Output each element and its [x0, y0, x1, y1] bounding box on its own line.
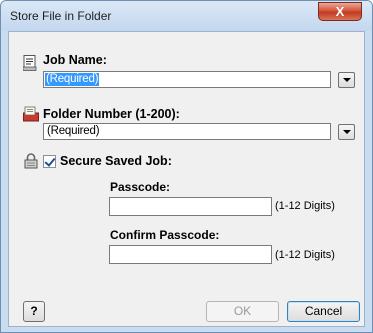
title-bar[interactable]: Store File in Folder X	[1, 1, 372, 31]
help-icon: ?	[30, 304, 38, 318]
confirm-passcode-hint: (1-12 Digits)	[275, 249, 335, 261]
folder-number-combobox[interactable]: (Required)	[43, 123, 331, 140]
checkmark-icon	[44, 155, 56, 167]
chevron-down-icon	[343, 130, 351, 134]
dialog-client-area: Job Name: (Required) Folder Number (1-20…	[8, 31, 365, 327]
secure-saved-job-label: Secure Saved Job:	[60, 154, 172, 168]
passcode-label: Passcode:	[110, 180, 171, 194]
ok-button-label: OK	[233, 304, 252, 318]
secure-saved-job-checkbox[interactable]	[43, 155, 56, 168]
folder-number-dropdown-button[interactable]	[338, 124, 355, 140]
ok-button[interactable]: OK	[206, 301, 279, 322]
cancel-button-label: Cancel	[304, 304, 343, 318]
folder-number-value: (Required)	[47, 125, 100, 137]
job-name-combobox[interactable]: (Required)	[43, 71, 331, 88]
chevron-down-icon	[343, 78, 351, 82]
lock-icon	[24, 153, 38, 172]
folder-icon	[23, 106, 39, 125]
job-name-dropdown-button[interactable]	[338, 72, 355, 88]
confirm-passcode-label: Confirm Passcode:	[110, 228, 220, 242]
job-name-label: Job Name:	[43, 53, 107, 67]
confirm-passcode-input[interactable]	[109, 245, 272, 264]
passcode-hint: (1-12 Digits)	[275, 200, 335, 212]
cancel-button[interactable]: Cancel	[287, 301, 360, 322]
passcode-input[interactable]	[109, 197, 272, 216]
close-button[interactable]: X	[318, 2, 362, 21]
close-icon: X	[335, 4, 345, 19]
dialog-window: Store File in Folder X Job Name: (Requir…	[0, 0, 373, 333]
job-name-value: (Required)	[45, 73, 100, 86]
help-button[interactable]: ?	[23, 301, 45, 322]
folder-number-label: Folder Number (1-200):	[43, 107, 180, 121]
document-icon	[22, 55, 37, 74]
window-title: Store File in Folder	[10, 9, 112, 23]
